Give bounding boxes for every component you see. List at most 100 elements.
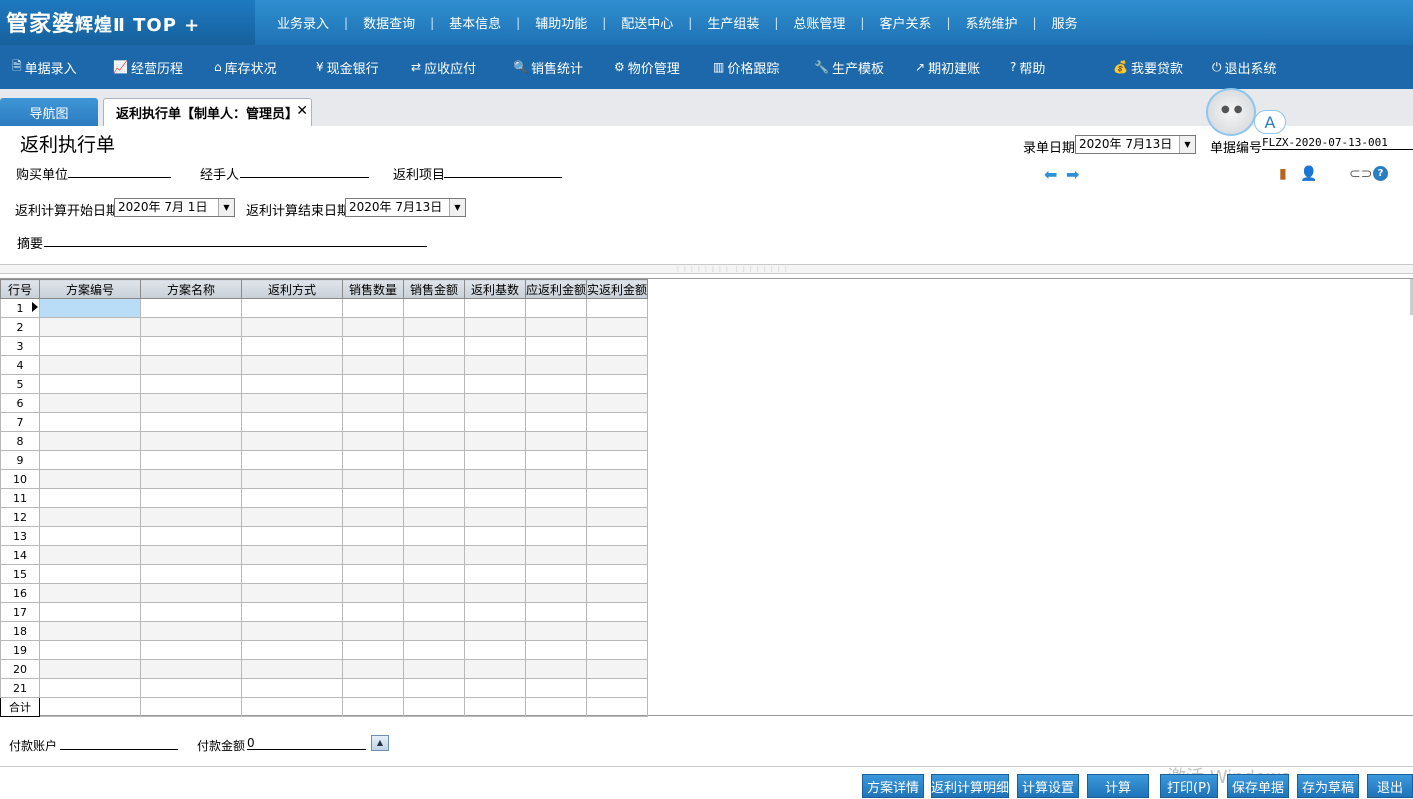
grid-cell[interactable] xyxy=(586,450,649,470)
grid-cell[interactable] xyxy=(464,355,526,375)
grid-cell[interactable] xyxy=(524,374,588,394)
chevron-down-icon[interactable]: ▼ xyxy=(449,199,465,216)
grid-cell[interactable] xyxy=(140,507,242,527)
grid-cell[interactable] xyxy=(524,526,588,546)
grid-cell[interactable] xyxy=(241,659,343,679)
grid-cell[interactable] xyxy=(403,583,465,603)
grid-cell[interactable] xyxy=(342,678,404,698)
grid-cell[interactable] xyxy=(241,355,343,375)
grid-cell[interactable] xyxy=(39,431,141,451)
grid-cell[interactable] xyxy=(464,621,526,641)
action-button[interactable]: 计算设置 xyxy=(1017,774,1079,798)
grid-cell[interactable] xyxy=(403,469,465,489)
end-date-picker[interactable]: 2020年 7月13日 ▼ xyxy=(345,198,466,217)
top-menu-item[interactable]: 基本信息 xyxy=(434,13,516,32)
grid-cell[interactable] xyxy=(403,336,465,356)
top-menu-item[interactable]: 业务录入 xyxy=(262,13,344,32)
grid-cell[interactable] xyxy=(403,507,465,527)
grid-cell[interactable] xyxy=(586,336,649,356)
table-row[interactable]: 6 xyxy=(0,393,649,413)
grid-cell[interactable] xyxy=(140,545,242,565)
grid-cell[interactable] xyxy=(39,393,141,413)
grid-cell[interactable] xyxy=(342,507,404,527)
grid-cell[interactable] xyxy=(342,602,404,622)
grid-cell[interactable] xyxy=(140,488,242,508)
grid-cell[interactable] xyxy=(342,564,404,584)
grid-cell[interactable] xyxy=(342,298,404,318)
column-header[interactable]: 销售数量 xyxy=(342,279,404,299)
grid-cell[interactable] xyxy=(403,602,465,622)
grid-cell[interactable] xyxy=(586,602,649,622)
grid-cell[interactable] xyxy=(140,602,242,622)
grid-cell[interactable] xyxy=(39,336,141,356)
grid-cell[interactable] xyxy=(342,659,404,679)
grid-cell[interactable] xyxy=(464,602,526,622)
toolbar-button[interactable]: ? 帮助 xyxy=(1010,45,1045,89)
grid-cell[interactable] xyxy=(464,469,526,489)
grid-cell[interactable] xyxy=(140,469,242,489)
column-header[interactable]: 行号 xyxy=(0,279,40,299)
grid-cell[interactable] xyxy=(342,488,404,508)
grid-cell[interactable] xyxy=(464,583,526,603)
grid-cell[interactable] xyxy=(342,412,404,432)
top-menu-item[interactable]: 数据查询 xyxy=(348,13,430,32)
toolbar-button[interactable]: ▥ 价格跟踪 xyxy=(713,45,779,89)
grid-cell[interactable] xyxy=(39,621,141,641)
chevron-down-icon[interactable]: ▼ xyxy=(1179,136,1195,153)
toolbar-button[interactable]: 🔍 销售统计 xyxy=(513,45,583,89)
grid-cell[interactable] xyxy=(586,659,649,679)
grid-cell[interactable] xyxy=(342,545,404,565)
grid-cell[interactable] xyxy=(403,545,465,565)
grid-cell[interactable] xyxy=(140,317,242,337)
table-row[interactable]: 3 xyxy=(0,336,649,356)
column-header[interactable]: 返利方式 xyxy=(241,279,343,299)
table-row[interactable]: 2 xyxy=(0,317,649,337)
grid-cell[interactable] xyxy=(342,450,404,470)
grid-cell[interactable] xyxy=(140,431,242,451)
table-row[interactable]: 18 xyxy=(0,621,649,641)
grid-cell[interactable] xyxy=(241,374,343,394)
grid-cell[interactable] xyxy=(586,374,649,394)
grid-cell[interactable] xyxy=(140,621,242,641)
action-button[interactable]: 打印(P) xyxy=(1160,774,1218,798)
grid-cell[interactable] xyxy=(342,621,404,641)
rebate-item-input[interactable] xyxy=(444,164,562,178)
grid-cell[interactable] xyxy=(524,431,588,451)
grid-cell[interactable] xyxy=(524,678,588,698)
table-row[interactable]: 13 xyxy=(0,526,649,546)
table-row[interactable]: 20 xyxy=(0,659,649,679)
column-header[interactable]: 返利基数 xyxy=(464,279,526,299)
grid-cell[interactable] xyxy=(342,526,404,546)
grid-cell[interactable] xyxy=(403,450,465,470)
toolbar-button[interactable]: ⌂ 库存状况 xyxy=(214,45,277,89)
grid-cell[interactable] xyxy=(524,298,588,318)
grid-cell[interactable] xyxy=(39,317,141,337)
grid-cell[interactable] xyxy=(586,412,649,432)
table-row[interactable]: 16 xyxy=(0,583,649,603)
door-icon[interactable]: ▮ xyxy=(1279,166,1287,182)
grid-cell[interactable] xyxy=(586,393,649,413)
table-row[interactable]: 11 xyxy=(0,488,649,508)
grid-cell[interactable] xyxy=(39,640,141,660)
grid-cell[interactable] xyxy=(586,298,649,318)
grid-cell[interactable] xyxy=(342,355,404,375)
tab-rebate-execution[interactable]: 返利执行单【制单人：管理员】 ✕ xyxy=(103,98,312,126)
arrow-left-icon[interactable]: ⬅ xyxy=(1044,165,1057,184)
top-menu-item[interactable]: 客户关系 xyxy=(864,13,946,32)
table-row[interactable]: 8 xyxy=(0,431,649,451)
grid-cell[interactable] xyxy=(241,526,343,546)
grid-cell[interactable] xyxy=(39,469,141,489)
top-menu-item[interactable]: 服务 xyxy=(1037,13,1093,32)
grid-cell[interactable] xyxy=(586,621,649,641)
grid-cell[interactable] xyxy=(403,317,465,337)
grid-cell[interactable] xyxy=(586,507,649,527)
grid-cell[interactable] xyxy=(241,336,343,356)
grid-cell[interactable] xyxy=(403,298,465,318)
grid-cell[interactable] xyxy=(39,545,141,565)
grid-cell[interactable] xyxy=(39,355,141,375)
grid-cell[interactable] xyxy=(403,678,465,698)
grid-cell[interactable] xyxy=(241,393,343,413)
grid-cell[interactable] xyxy=(524,317,588,337)
grid-cell[interactable] xyxy=(586,355,649,375)
grid-cell[interactable] xyxy=(524,659,588,679)
